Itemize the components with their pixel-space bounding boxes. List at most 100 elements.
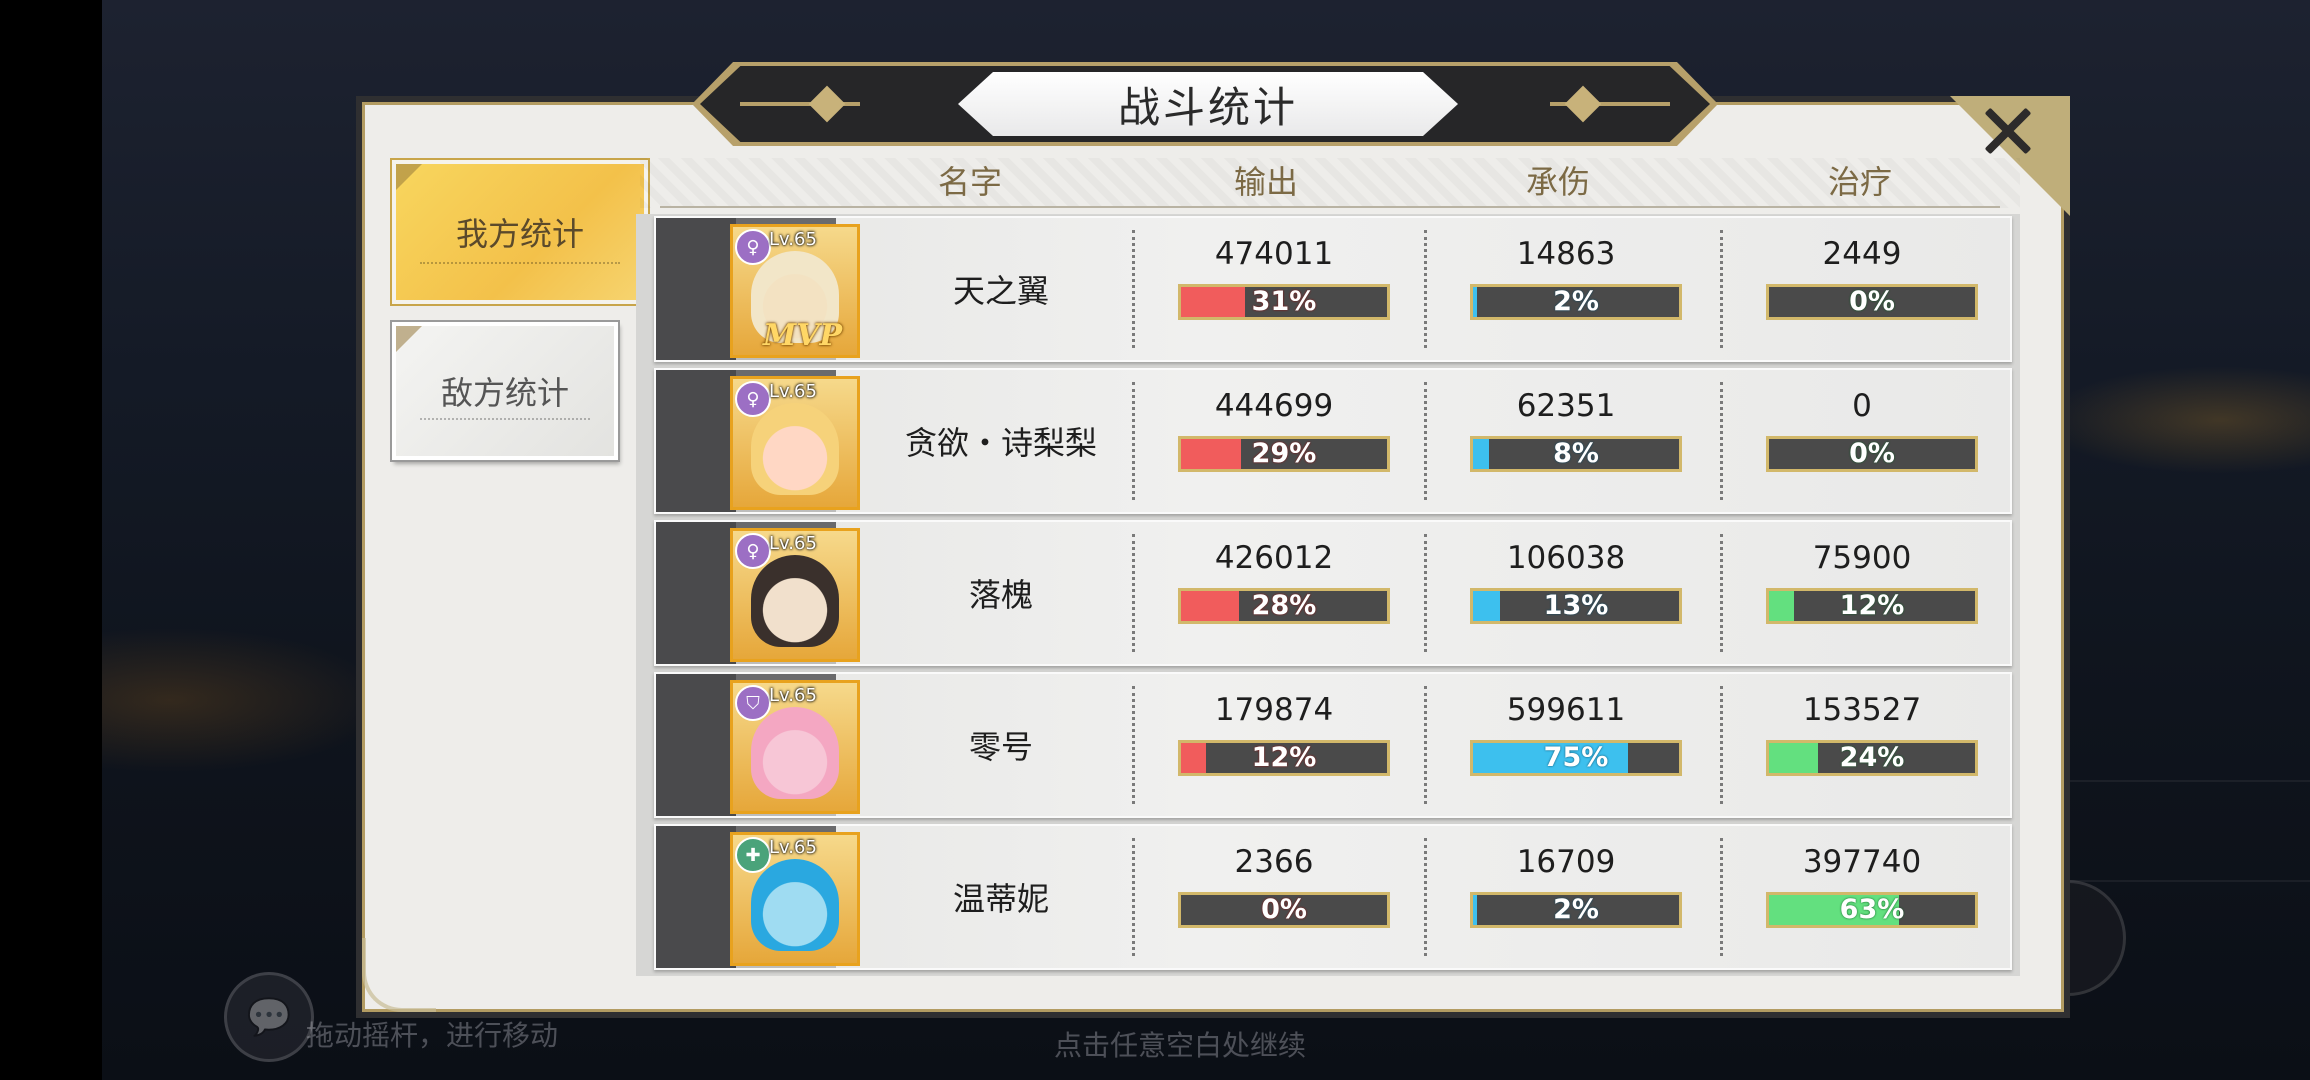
level-label: Lv.65: [769, 381, 817, 402]
mvp-badge: MVP: [763, 318, 843, 353]
healing-bar: 0%: [1766, 284, 1978, 320]
healing-cell: 75900 12%: [1716, 522, 2008, 664]
healing-cell: 153527 24%: [1716, 674, 2008, 816]
row-stripe: [656, 370, 736, 512]
portrait-image: [751, 403, 839, 495]
panel-corner-decoration: [362, 938, 436, 1012]
table-row: ♀ Lv.65 MVP 天之翼 474011 31% 14863 2% 2449 0%: [654, 216, 2012, 362]
damage-taken-value: 599611: [1506, 692, 1626, 728]
healing-percent: 0%: [1849, 286, 1895, 317]
output-percent: 12%: [1251, 742, 1317, 773]
table-row: ♀ Lv.65 贪欲・诗梨梨 444699 29% 62351 8% 0 0%: [654, 368, 2012, 514]
output-cell: 179874 12%: [1128, 674, 1420, 816]
table-row: ♀ Lv.65 落槐 426012 28% 106038 13% 75900 12%: [654, 520, 2012, 666]
character-name: 天之翼: [952, 272, 1049, 310]
table-row: ✚ Lv.65 温蒂妮 2366 0% 16709 2% 397740 63%: [654, 824, 2012, 970]
page-title: 战斗统计: [1117, 82, 1298, 132]
character-name: 零号: [968, 728, 1033, 766]
tab-enemy-stats[interactable]: 敌方统计: [392, 322, 618, 460]
level-label: Lv.65: [769, 837, 817, 858]
row-stripe: [656, 218, 736, 360]
healing-bar: 63%: [1766, 892, 1978, 928]
output-bar: 28%: [1178, 588, 1390, 624]
table-row: ⛉ Lv.65 零号 179874 12% 599611 75% 153527 24%: [654, 672, 2012, 818]
row-stripe: [656, 674, 736, 816]
character-name: 落槐: [968, 576, 1033, 614]
character-avatar[interactable]: ♀ Lv.65: [730, 528, 860, 662]
healing-value: 153527: [1802, 692, 1922, 728]
level-label: Lv.65: [769, 685, 817, 706]
healing-cell: 397740 63%: [1716, 826, 2008, 968]
tab-corner-decoration: [396, 164, 422, 190]
column-header-healing: 治疗: [1827, 163, 1892, 201]
tab-label: 我方统计: [455, 215, 584, 253]
character-avatar[interactable]: ⛉ Lv.65: [730, 680, 860, 814]
healing-value: 397740: [1802, 844, 1922, 880]
output-bar: 12%: [1178, 740, 1390, 776]
healing-percent: 0%: [1849, 438, 1895, 469]
output-percent: 28%: [1251, 590, 1317, 621]
header-divider: [660, 206, 2000, 208]
healing-value: 75900: [1812, 540, 1912, 576]
tab-underline: [420, 418, 590, 420]
continue-hint[interactable]: 点击任意空白处继续: [1054, 1024, 1306, 1064]
output-value: 179874: [1214, 692, 1334, 728]
chat-icon[interactable]: 💬: [224, 972, 314, 1062]
damage-taken-value: 14863: [1516, 236, 1616, 272]
healing-percent: 12%: [1839, 590, 1905, 621]
output-bar: 29%: [1178, 436, 1390, 472]
healing-percent: 24%: [1839, 742, 1905, 773]
healing-bar: 24%: [1766, 740, 1978, 776]
level-label: Lv.65: [769, 229, 817, 250]
column-header-name: 名字: [937, 163, 1002, 201]
healing-cell: 2449 0%: [1716, 218, 2008, 360]
output-cell: 2366 0%: [1128, 826, 1420, 968]
damage-taken-bar: 13%: [1470, 588, 1682, 624]
damage-taken-bar: 2%: [1470, 892, 1682, 928]
damage-taken-cell: 16709 2%: [1420, 826, 1712, 968]
portrait-image: [751, 707, 839, 799]
female-symbol-icon: ♀: [735, 381, 771, 417]
damage-taken-percent: 13%: [1543, 590, 1609, 621]
output-value: 426012: [1214, 540, 1334, 576]
output-percent: 29%: [1251, 438, 1317, 469]
output-cell: 426012 28%: [1128, 522, 1420, 664]
damage-taken-value: 106038: [1506, 540, 1626, 576]
damage-taken-percent: 2%: [1553, 894, 1599, 925]
healing-cell: 0 0%: [1716, 370, 2008, 512]
damage-taken-percent: 75%: [1543, 742, 1609, 773]
joystick-hint: 拖动摇杆，进行移动: [306, 1019, 559, 1052]
portrait-image: [751, 859, 839, 951]
damage-taken-bar: 2%: [1470, 284, 1682, 320]
tab-ally-stats[interactable]: 我方统计: [392, 160, 648, 304]
title-plate: 战斗统计: [958, 72, 1458, 136]
output-value: 2366: [1234, 844, 1314, 880]
row-stripe: [656, 522, 736, 664]
output-value: 444699: [1214, 388, 1334, 424]
damage-taken-cell: 14863 2%: [1420, 218, 1712, 360]
character-avatar[interactable]: ♀ Lv.65 MVP: [730, 224, 860, 358]
output-bar: 0%: [1178, 892, 1390, 928]
damage-taken-bar: 75%: [1470, 740, 1682, 776]
tab-corner-decoration: [396, 326, 422, 352]
column-header-damage-taken: 承伤: [1525, 163, 1590, 201]
close-icon[interactable]: [1978, 100, 2038, 160]
healing-bar: 12%: [1766, 588, 1978, 624]
character-avatar[interactable]: ♀ Lv.65: [730, 376, 860, 510]
healing-value: 0: [1852, 388, 1872, 424]
damage-taken-bar: 8%: [1470, 436, 1682, 472]
column-header-output: 输出: [1233, 163, 1298, 201]
healing-bar: 0%: [1766, 436, 1978, 472]
character-avatar[interactable]: ✚ Lv.65: [730, 832, 860, 966]
healing-value: 2449: [1822, 236, 1902, 272]
damage-taken-value: 16709: [1516, 844, 1616, 880]
left-letterbox: [0, 0, 102, 1080]
damage-taken-cell: 62351 8%: [1420, 370, 1712, 512]
level-label: Lv.65: [769, 533, 817, 554]
damage-taken-value: 62351: [1516, 388, 1616, 424]
damage-taken-percent: 8%: [1553, 438, 1599, 469]
female-symbol-icon: ♀: [735, 229, 771, 265]
output-value: 474011: [1214, 236, 1334, 272]
shield-icon: ⛉: [735, 685, 771, 721]
heal-cross-icon: ✚: [735, 837, 771, 873]
